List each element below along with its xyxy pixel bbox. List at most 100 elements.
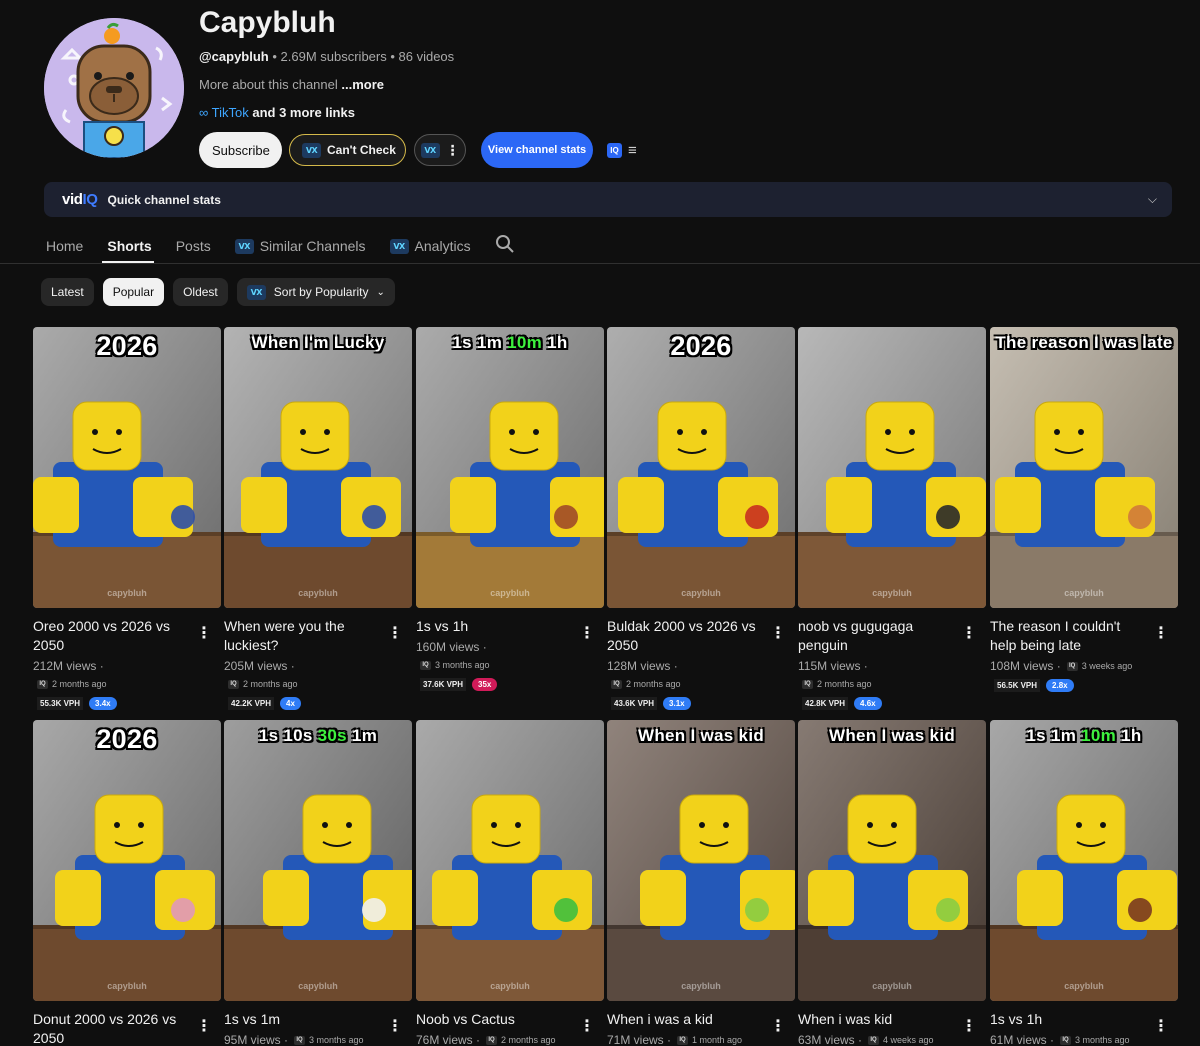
vidiq-stats: 56.5K VPH 2.8x [994, 679, 1074, 692]
short-card[interactable]: 1s 1m 10m 1h capybluh 1s vs 1h ⋮ 61M vie… [990, 720, 1178, 1046]
channel-avatar[interactable] [44, 18, 184, 158]
filter-oldest[interactable]: Oldest [173, 278, 228, 306]
filter-popular[interactable]: Popular [102, 278, 165, 306]
short-title[interactable]: 1s vs 1h [416, 617, 576, 636]
vph-badge: 42.8K VPH [802, 697, 849, 710]
upload-age: IQ 2 months ago [37, 679, 107, 689]
thumbnail-watermark: capybluh [681, 981, 721, 991]
vidiq-iq-icon[interactable]: IQ [607, 142, 622, 158]
short-thumbnail[interactable]: 1s 1m 10m 1h capybluh [416, 327, 604, 608]
more-vert-icon[interactable]: ⋮ [770, 1016, 786, 1036]
view-count-line: 115M views · [798, 659, 868, 673]
short-title[interactable]: Donut 2000 vs 2026 vs 2050 [33, 1010, 193, 1046]
upload-age: IQ 2 months ago [486, 1035, 556, 1045]
more-vert-icon[interactable]: ⋮ [387, 1016, 403, 1036]
short-thumbnail[interactable]: 1s 10s 30s 1m capybluh [224, 720, 412, 1001]
short-title[interactable]: When i was a kid [607, 1010, 767, 1029]
quick-channel-stats-bar[interactable]: vidIQ Quick channel stats ⌵ [44, 182, 1172, 217]
about-more-link[interactable]: ...more [341, 77, 384, 92]
sort-by-popularity-dropdown[interactable]: VX Sort by Popularity ⌄ [236, 278, 395, 306]
tab-similar-channels[interactable]: VX Similar Channels [234, 238, 366, 254]
search-icon[interactable] [495, 234, 515, 259]
short-card[interactable]: 1s 10s 30s 1m capybluh 1s vs 1m ⋮ 95M vi… [224, 720, 412, 1046]
multiplier-badge: 4.6x [854, 697, 882, 710]
tab-similar-channels-label: Similar Channels [259, 238, 366, 254]
channel-name: Capybluh [199, 6, 336, 39]
more-links-text[interactable]: and 3 more links [249, 105, 355, 120]
more-vert-icon[interactable]: ⋮ [579, 623, 595, 643]
short-card[interactable]: 2026 capybluh Oreo 2000 vs 2026 vs 2050 … [33, 327, 221, 710]
vidiq-menu-button[interactable]: VX ⋮ [414, 134, 466, 166]
tab-shorts[interactable]: Shorts [107, 238, 151, 254]
short-title[interactable]: The reason I couldn't help being late [990, 617, 1150, 655]
thumbnail-watermark: capybluh [298, 588, 338, 598]
thumbnail-watermark: capybluh [872, 588, 912, 598]
more-vert-icon[interactable]: ⋮ [961, 1016, 977, 1036]
short-title[interactable]: Noob vs Cactus [416, 1010, 576, 1029]
more-vert-icon[interactable]: ⋮ [1153, 1016, 1169, 1036]
upload-age-line: IQ 2 months ago [802, 679, 872, 689]
channel-actions: Subscribe VX Can't Check VX ⋮ View chann… [199, 132, 637, 168]
short-card[interactable]: 2026 capybluh Buldak 2000 vs 2026 vs 205… [607, 327, 795, 710]
tab-analytics[interactable]: VX Analytics [389, 238, 471, 254]
short-thumbnail[interactable]: When I was kid capybluh [607, 720, 795, 1001]
cant-check-button[interactable]: VX Can't Check [289, 134, 406, 166]
view-count-line: 160M views · [416, 640, 487, 654]
short-thumbnail[interactable]: When I was kid capybluh [798, 720, 986, 1001]
short-thumbnail[interactable]: capybluh [798, 327, 986, 608]
thumbnail-watermark: capybluh [1064, 588, 1104, 598]
channel-about[interactable]: More about this channel ...more [199, 77, 384, 92]
short-card[interactable]: 2026 capybluh Donut 2000 vs 2026 vs 2050… [33, 720, 221, 1046]
short-card[interactable]: When I was kid capybluh When i was kid ⋮… [798, 720, 986, 1046]
thumbnail-watermark: capybluh [872, 981, 912, 991]
vidiq-vx-icon: VX [246, 284, 266, 300]
hamburger-menu-icon[interactable]: ≡ [628, 142, 637, 159]
subscribe-button[interactable]: Subscribe [199, 132, 282, 168]
short-thumbnail[interactable]: The reason I was late capybluh [990, 327, 1178, 608]
more-vert-icon[interactable]: ⋮ [770, 623, 786, 643]
short-title[interactable]: noob vs gugugaga penguin [798, 617, 958, 655]
short-thumbnail[interactable]: capybluh [416, 720, 604, 1001]
chevron-down-icon: ⌄ [376, 286, 385, 298]
more-vert-icon[interactable]: ⋮ [196, 1016, 212, 1036]
view-count: 108M views · [990, 659, 1061, 673]
short-title[interactable]: When i was kid [798, 1010, 958, 1029]
more-vert-icon[interactable]: ⋮ [1153, 623, 1169, 643]
short-thumbnail[interactable]: 1s 1m 10m 1h capybluh [990, 720, 1178, 1001]
view-count: 212M views · [33, 659, 104, 673]
more-vert-icon[interactable]: ⋮ [961, 623, 977, 643]
short-card[interactable]: capybluh Noob vs Cactus ⋮ 76M views · IQ… [416, 720, 604, 1046]
tab-posts[interactable]: Posts [176, 238, 211, 254]
channel-links[interactable]: ∞ TikTok and 3 more links [199, 105, 355, 120]
short-card[interactable]: capybluh noob vs gugugaga penguin ⋮ 115M… [798, 327, 986, 710]
tiktok-link[interactable]: TikTok [212, 105, 249, 120]
short-card[interactable]: When I was kid capybluh When i was a kid… [607, 720, 795, 1046]
short-title[interactable]: Buldak 2000 vs 2026 vs 2050 [607, 617, 767, 655]
chevron-down-icon[interactable]: ⌵ [1148, 192, 1157, 207]
tab-home[interactable]: Home [46, 238, 83, 254]
short-thumbnail[interactable]: 2026 capybluh [33, 327, 221, 608]
short-thumbnail[interactable]: 2026 capybluh [607, 327, 795, 608]
short-title[interactable]: Oreo 2000 vs 2026 vs 2050 [33, 617, 193, 655]
short-title[interactable]: When were you the luckiest? [224, 617, 384, 655]
short-title[interactable]: 1s vs 1m [224, 1010, 384, 1029]
view-count: 128M views · [607, 659, 678, 673]
short-card[interactable]: 1s 1m 10m 1h capybluh 1s vs 1h ⋮ 160M vi… [416, 327, 604, 691]
short-thumbnail[interactable]: When I'm Lucky capybluh [224, 327, 412, 608]
short-card[interactable]: The reason I was late capybluh The reaso… [990, 327, 1178, 692]
more-vert-icon[interactable]: ⋮ [387, 623, 403, 643]
thumbnail-caption: 1s 1m 10m 1h [452, 333, 568, 352]
tabs-divider [0, 263, 1200, 264]
filter-latest[interactable]: Latest [41, 278, 94, 306]
short-title[interactable]: 1s vs 1h [990, 1010, 1150, 1029]
view-channel-stats-button[interactable]: View channel stats [481, 132, 593, 168]
short-card[interactable]: When I'm Lucky capybluh When were you th… [224, 327, 412, 710]
short-thumbnail[interactable]: 2026 capybluh [33, 720, 221, 1001]
view-count-line: 76M views · IQ 2 months ago [416, 1033, 556, 1046]
more-vert-icon[interactable]: ⋮ [579, 1016, 595, 1036]
upload-age-line: IQ 3 months ago [420, 660, 490, 670]
more-vert-icon[interactable]: ⋮ [196, 623, 212, 643]
vph-badge: 56.5K VPH [994, 679, 1041, 692]
upload-age-line: IQ 2 months ago [228, 679, 298, 689]
vidiq-vx-icon: VX [302, 142, 321, 158]
